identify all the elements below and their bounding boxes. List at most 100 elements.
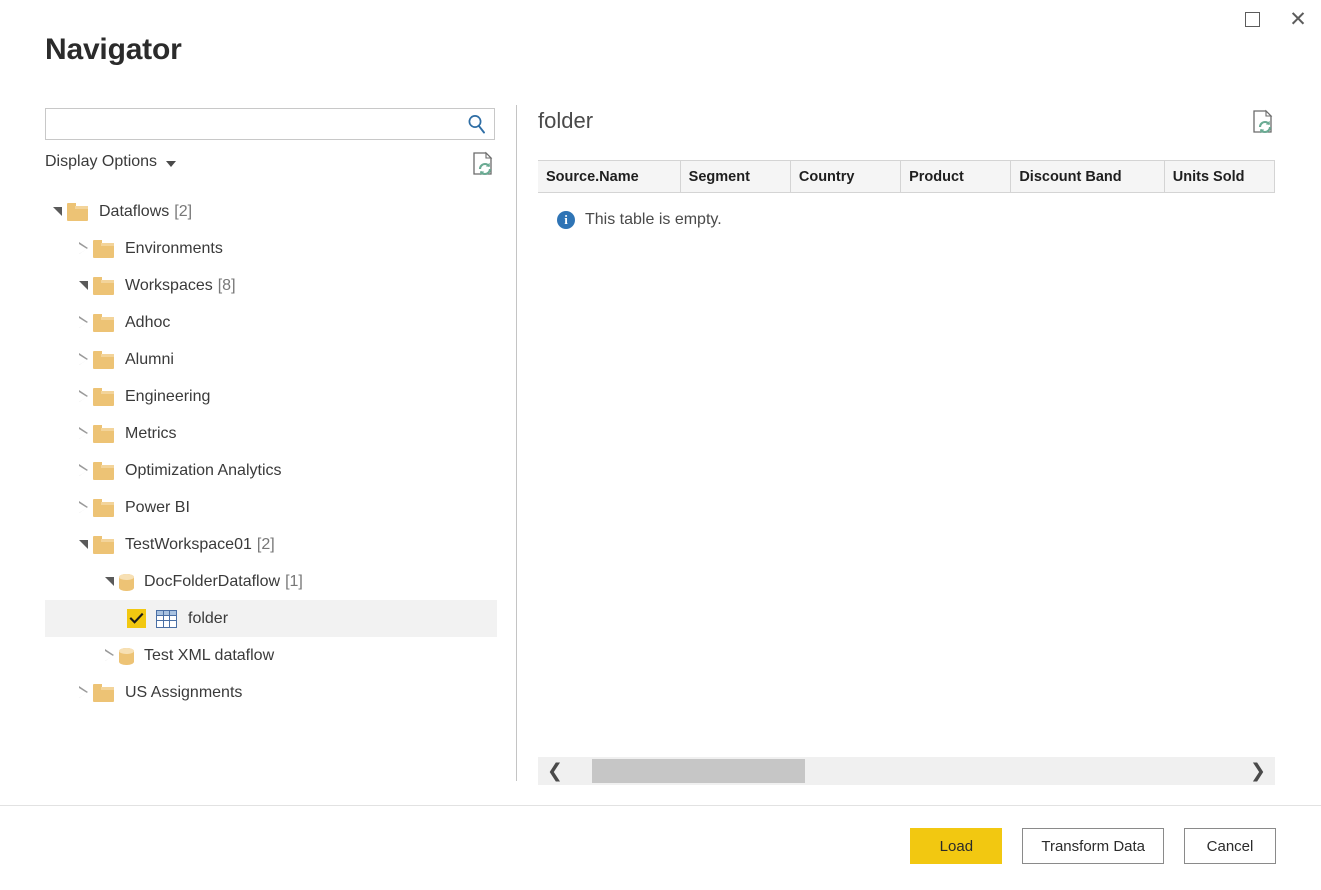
column-header-product[interactable]: Product <box>901 161 1012 192</box>
folder-icon <box>93 313 115 332</box>
expand-collapse-toggle[interactable] <box>73 452 93 489</box>
triangle-right-icon <box>78 242 88 254</box>
tree-item-optimization-analytics[interactable]: Optimization Analytics <box>45 452 497 489</box>
expand-collapse-toggle[interactable] <box>47 193 67 230</box>
scroll-right-arrow-icon[interactable]: ❯ <box>1241 757 1275 785</box>
folder-icon <box>93 239 115 258</box>
tree-item-label: TestWorkspace01 <box>125 535 252 553</box>
column-header-segment[interactable]: Segment <box>681 161 791 192</box>
tree-item-testworkspace01[interactable]: TestWorkspace01 [2] <box>45 526 497 563</box>
folder-icon <box>93 424 115 443</box>
transform-data-button[interactable]: Transform Data <box>1022 828 1164 864</box>
load-button[interactable]: Load <box>910 828 1003 864</box>
expand-collapse-toggle[interactable] <box>73 304 93 341</box>
expand-collapse-toggle[interactable] <box>73 674 93 711</box>
maximize-button[interactable] <box>1229 0 1275 38</box>
preview-title: folder <box>538 108 594 133</box>
empty-table-message: i This table is empty. <box>538 211 1275 229</box>
tree-item-metrics[interactable]: Metrics <box>45 415 497 452</box>
close-icon: ✕ <box>1289 6 1307 31</box>
triangle-right-icon <box>78 464 88 476</box>
tree-item-label: Alumni <box>125 350 174 368</box>
tree-item-label: Optimization Analytics <box>125 461 282 479</box>
cancel-button[interactable]: Cancel <box>1184 828 1276 864</box>
table-checkbox[interactable] <box>127 609 146 628</box>
dataflow-icon <box>119 646 134 666</box>
dataflow-icon <box>119 572 134 592</box>
scrollbar-track[interactable] <box>572 757 1241 785</box>
tree-item-adhoc[interactable]: Adhoc <box>45 304 497 341</box>
square-icon <box>1244 11 1260 27</box>
tree-item-environments[interactable]: Environments <box>45 230 497 267</box>
tree-item-engineering[interactable]: Engineering <box>45 378 497 415</box>
triangle-right-icon <box>78 686 88 698</box>
preview-pane: folder Source.Name Segment Country Produ… <box>538 108 1275 229</box>
triangle-right-icon <box>78 353 88 365</box>
expand-collapse-toggle[interactable] <box>99 563 119 600</box>
tree-item-folder[interactable]: folder <box>45 600 497 637</box>
expand-collapse-toggle[interactable] <box>73 415 93 452</box>
triangle-right-icon <box>78 427 88 439</box>
column-header-units-sold[interactable]: Units Sold <box>1165 161 1275 192</box>
grid-header-row: Source.Name Segment Country Product Disc… <box>538 160 1275 193</box>
triangle-down-icon <box>52 207 62 216</box>
tree-item-label: Metrics <box>125 424 177 442</box>
folder-icon <box>93 498 115 517</box>
table-icon <box>156 609 177 628</box>
tree-item-label: US Assignments <box>125 683 243 701</box>
navigator-tree[interactable]: Dataflows [2] Environments Workspaces [8… <box>45 193 497 711</box>
expand-collapse-toggle[interactable] <box>99 637 119 674</box>
scroll-left-arrow-icon[interactable]: ❮ <box>538 757 572 785</box>
display-options-row: Display Options <box>45 151 495 181</box>
tree-item-label: Adhoc <box>125 313 171 331</box>
triangle-right-icon <box>78 316 88 328</box>
tree-item-label: DocFolderDataflow <box>144 572 281 590</box>
folder-icon <box>93 535 115 554</box>
horizontal-scrollbar[interactable]: ❮ ❯ <box>538 757 1275 785</box>
pane-divider <box>516 105 517 781</box>
tree-item-label: Environments <box>125 239 223 257</box>
empty-table-text: This table is empty. <box>585 211 722 228</box>
expand-collapse-toggle[interactable] <box>73 378 93 415</box>
tree-item-count: [2] <box>256 535 275 553</box>
preview-grid: Source.Name Segment Country Product Disc… <box>538 160 1275 229</box>
folder-icon <box>93 350 115 369</box>
tree-item-label: folder <box>188 609 229 627</box>
search-input[interactable] <box>46 109 461 139</box>
folder-icon <box>67 202 89 221</box>
column-header-discount-band[interactable]: Discount Band <box>1011 161 1165 192</box>
tree-item-alumni[interactable]: Alumni <box>45 341 497 378</box>
column-header-country[interactable]: Country <box>791 161 902 192</box>
triangle-down-icon <box>104 577 114 586</box>
expand-collapse-toggle[interactable] <box>73 489 93 526</box>
title-bar: ✕ <box>0 0 1321 38</box>
folder-icon <box>93 276 115 295</box>
close-button[interactable]: ✕ <box>1275 0 1321 38</box>
tree-item-dataflows[interactable]: Dataflows [2] <box>45 193 497 230</box>
expand-collapse-toggle[interactable] <box>73 230 93 267</box>
chevron-down-icon <box>166 160 177 167</box>
tree-item-label: Dataflows <box>99 202 170 220</box>
preview-header: folder <box>538 108 1275 148</box>
column-header-source-name[interactable]: Source.Name <box>538 161 681 192</box>
expand-collapse-toggle[interactable] <box>73 526 93 563</box>
triangle-down-icon <box>78 540 88 549</box>
tree-item-us-assignments[interactable]: US Assignments <box>45 674 497 711</box>
expand-collapse-toggle[interactable] <box>73 341 93 378</box>
expand-collapse-toggle[interactable] <box>73 267 93 304</box>
tree-item-count: [2] <box>174 202 193 220</box>
tree-item-test-xml-dataflow[interactable]: Test XML dataflow <box>45 637 497 674</box>
tree-item-docfolderdataflow[interactable]: DocFolderDataflow [1] <box>45 563 497 600</box>
refresh-document-icon[interactable] <box>471 151 495 177</box>
search-box[interactable] <box>45 108 495 140</box>
tree-item-power-bi[interactable]: Power BI <box>45 489 497 526</box>
tree-item-workspaces[interactable]: Workspaces [8] <box>45 267 497 304</box>
scrollbar-thumb[interactable] <box>592 759 805 783</box>
info-icon: i <box>557 211 575 229</box>
refresh-document-icon[interactable] <box>1251 109 1275 135</box>
tree-item-label: Power BI <box>125 498 190 516</box>
display-options-label: Display Options <box>45 153 158 170</box>
triangle-right-icon <box>104 649 114 661</box>
display-options-dropdown[interactable]: Display Options <box>45 153 177 171</box>
search-icon[interactable] <box>466 113 488 135</box>
